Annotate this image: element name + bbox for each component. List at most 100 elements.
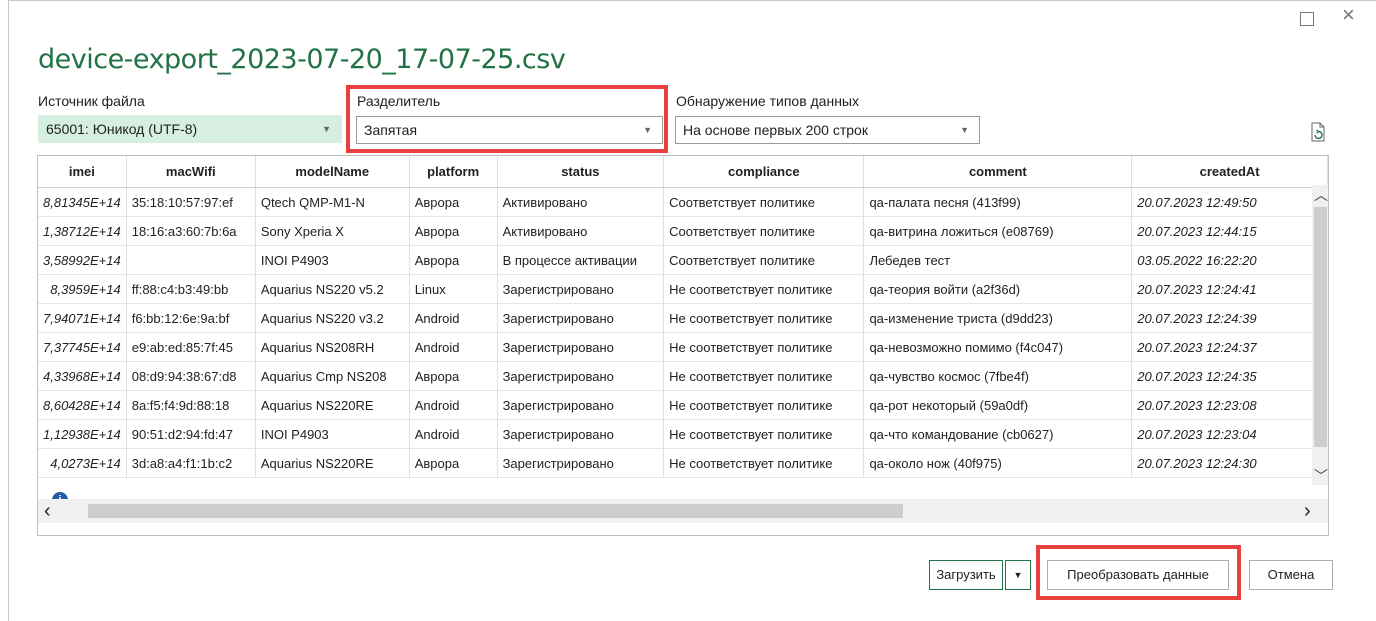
- cell-compliance: Не соответствует политике: [663, 361, 865, 391]
- cell-imei: 3,58992E+14: [38, 245, 127, 275]
- cell-macwifi: [126, 245, 256, 275]
- cell-compliance: Не соответствует политике: [663, 448, 865, 478]
- load-dropdown-button[interactable]: ▼: [1005, 560, 1031, 590]
- cell-comment: qa-невозможно помимо (f4c047): [863, 332, 1133, 362]
- column-header-compliance[interactable]: compliance: [663, 156, 865, 188]
- cell-comment: qa-что командование (cb0627): [863, 419, 1133, 449]
- cell-platform: Android: [409, 390, 498, 420]
- cell-macwifi: e9:ab:ed:85:7f:45: [126, 332, 256, 362]
- cell-status: Зарегистрировано: [497, 274, 665, 304]
- close-button[interactable]: ×: [1342, 4, 1355, 26]
- cell-modelname: INOI P4903: [255, 419, 410, 449]
- column-header-status[interactable]: status: [497, 156, 665, 188]
- cell-macwifi: f6:bb:12:6e:9a:bf: [126, 303, 256, 333]
- cell-createdat: 20.07.2023 12:23:04: [1131, 419, 1328, 449]
- cell-modelname: Sony Xperia X: [255, 216, 410, 246]
- cell-compliance: Соответствует политике: [663, 245, 865, 275]
- cell-macwifi: 8a:f5:f4:9d:88:18: [126, 390, 256, 420]
- delimiter-highlight: [346, 85, 668, 153]
- type-detection-value: На основе первых 200 строк: [683, 122, 868, 138]
- horizontal-scrollbar[interactable]: ‹ ›: [38, 499, 1328, 523]
- cell-createdat: 20.07.2023 12:24:37: [1131, 332, 1328, 362]
- cell-modelname: Aquarius Cmp NS208: [255, 361, 410, 391]
- cell-modelname: Aquarius NS220 v3.2: [255, 303, 410, 333]
- cell-platform: Android: [409, 419, 498, 449]
- vertical-scroll-thumb[interactable]: [1314, 207, 1327, 447]
- cell-compliance: Не соответствует политике: [663, 419, 865, 449]
- cell-modelname: Qtech QMP-M1-N: [255, 187, 410, 217]
- cell-compliance: Не соответствует политике: [663, 332, 865, 362]
- type-detection-label: Обнаружение типов данных: [676, 93, 859, 109]
- cell-status: Зарегистрировано: [497, 448, 665, 478]
- file-origin-select[interactable]: 65001: Юникод (UTF-8) ▼: [38, 115, 342, 143]
- load-button[interactable]: Загрузить: [929, 560, 1003, 590]
- cell-status: Зарегистрировано: [497, 361, 665, 391]
- cell-platform: Аврора: [409, 361, 498, 391]
- cell-platform: Android: [409, 303, 498, 333]
- type-detection-select[interactable]: На основе первых 200 строк ▼: [675, 116, 980, 144]
- cell-macwifi: 3d:a8:a4:f1:1b:c2: [126, 448, 256, 478]
- transform-highlight: [1036, 545, 1241, 600]
- cell-compliance: Не соответствует политике: [663, 274, 865, 304]
- cell-comment: qa-палата песня (413f99): [863, 187, 1133, 217]
- header-row: imei macWifi modelName platform status c…: [38, 156, 1328, 188]
- cell-comment: qa-чувство космос (7fbe4f): [863, 361, 1133, 391]
- column-header-platform[interactable]: platform: [409, 156, 498, 188]
- scroll-up-icon[interactable]: ︿: [1314, 185, 1328, 205]
- horizontal-scroll-thumb[interactable]: [88, 504, 903, 518]
- cell-platform: Linux: [409, 274, 498, 304]
- cell-status: В процессе активации: [497, 245, 665, 275]
- table-row: 8,60428E+14 8a:f5:f4:9d:88:18 Aquarius N…: [38, 390, 1328, 420]
- cell-platform: Аврора: [409, 245, 498, 275]
- table-row: 7,94071E+14 f6:bb:12:6e:9a:bf Aquarius N…: [38, 303, 1328, 333]
- cell-macwifi: 08:d9:94:38:67:d8: [126, 361, 256, 391]
- cell-status: Зарегистрировано: [497, 419, 665, 449]
- preview-table: imei macWifi modelName platform status c…: [38, 156, 1328, 478]
- cell-comment: qa-около нож (40f975): [863, 448, 1133, 478]
- cell-imei: 1,12938E+14: [38, 419, 127, 449]
- table-row: 4,0273E+14 3d:a8:a4:f1:1b:c2 Aquarius NS…: [38, 448, 1328, 478]
- table-row: 8,81345E+14 35:18:10:57:97:ef Qtech QMP-…: [38, 187, 1328, 217]
- cell-modelname: Aquarius NS208RH: [255, 332, 410, 362]
- cell-imei: 4,0273E+14: [38, 448, 127, 478]
- column-header-imei[interactable]: imei: [38, 156, 127, 188]
- table-row: 8,3959E+14 ff:88:c4:b3:49:bb Aquarius NS…: [38, 274, 1328, 304]
- cell-createdat: 20.07.2023 12:24:30: [1131, 448, 1328, 478]
- file-origin-value: 65001: Юникод (UTF-8): [46, 121, 198, 137]
- cell-status: Зарегистрировано: [497, 390, 665, 420]
- preview-grid[interactable]: imei macWifi modelName platform status c…: [37, 155, 1329, 536]
- cell-status: Зарегистрировано: [497, 332, 665, 362]
- cell-status: Активировано: [497, 216, 665, 246]
- table-row: 1,12938E+14 90:51:d2:94:fd:47 INOI P4903…: [38, 419, 1328, 449]
- cell-modelname: Aquarius NS220RE: [255, 448, 410, 478]
- cell-imei: 7,37745E+14: [38, 332, 127, 362]
- vertical-scrollbar[interactable]: ︿ ﹀: [1312, 185, 1328, 486]
- cell-imei: 8,3959E+14: [38, 274, 127, 304]
- column-header-comment[interactable]: comment: [863, 156, 1133, 188]
- scroll-left-icon[interactable]: ‹: [44, 500, 51, 523]
- chevron-down-icon: ▼: [322, 124, 331, 134]
- column-header-createdat[interactable]: createdAt: [1131, 156, 1328, 188]
- table-row: 7,37745E+14 e9:ab:ed:85:7f:45 Aquarius N…: [38, 332, 1328, 362]
- cancel-button[interactable]: Отмена: [1249, 560, 1333, 590]
- cell-imei: 7,94071E+14: [38, 303, 127, 333]
- column-header-modelname[interactable]: modelName: [255, 156, 410, 188]
- cell-createdat: 20.07.2023 12:24:39: [1131, 303, 1328, 333]
- cell-compliance: Соответствует политике: [663, 187, 865, 217]
- dialog-title: device-export_2023-07-20_17-07-25.csv: [38, 44, 566, 75]
- maximize-button[interactable]: [1300, 12, 1314, 26]
- table-row: 3,58992E+14 INOI P4903 Аврора В процессе…: [38, 245, 1328, 275]
- column-header-macwifi[interactable]: macWifi: [126, 156, 256, 188]
- cell-macwifi: 18:16:a3:60:7b:6a: [126, 216, 256, 246]
- cell-compliance: Не соответствует политике: [663, 303, 865, 333]
- file-origin-label: Источник файла: [38, 93, 145, 109]
- cell-comment: qa-теория войти (a2f36d): [863, 274, 1133, 304]
- scroll-right-icon[interactable]: ›: [1304, 500, 1311, 523]
- refresh-document-icon[interactable]: [1310, 122, 1326, 142]
- cell-imei: 8,60428E+14: [38, 390, 127, 420]
- cell-createdat: 03.05.2022 16:22:20: [1131, 245, 1328, 275]
- scroll-down-icon[interactable]: ﹀: [1314, 466, 1328, 486]
- cell-imei: 1,38712E+14: [38, 216, 127, 246]
- cell-platform: Аврора: [409, 216, 498, 246]
- cell-createdat: 20.07.2023 12:49:50: [1131, 187, 1328, 217]
